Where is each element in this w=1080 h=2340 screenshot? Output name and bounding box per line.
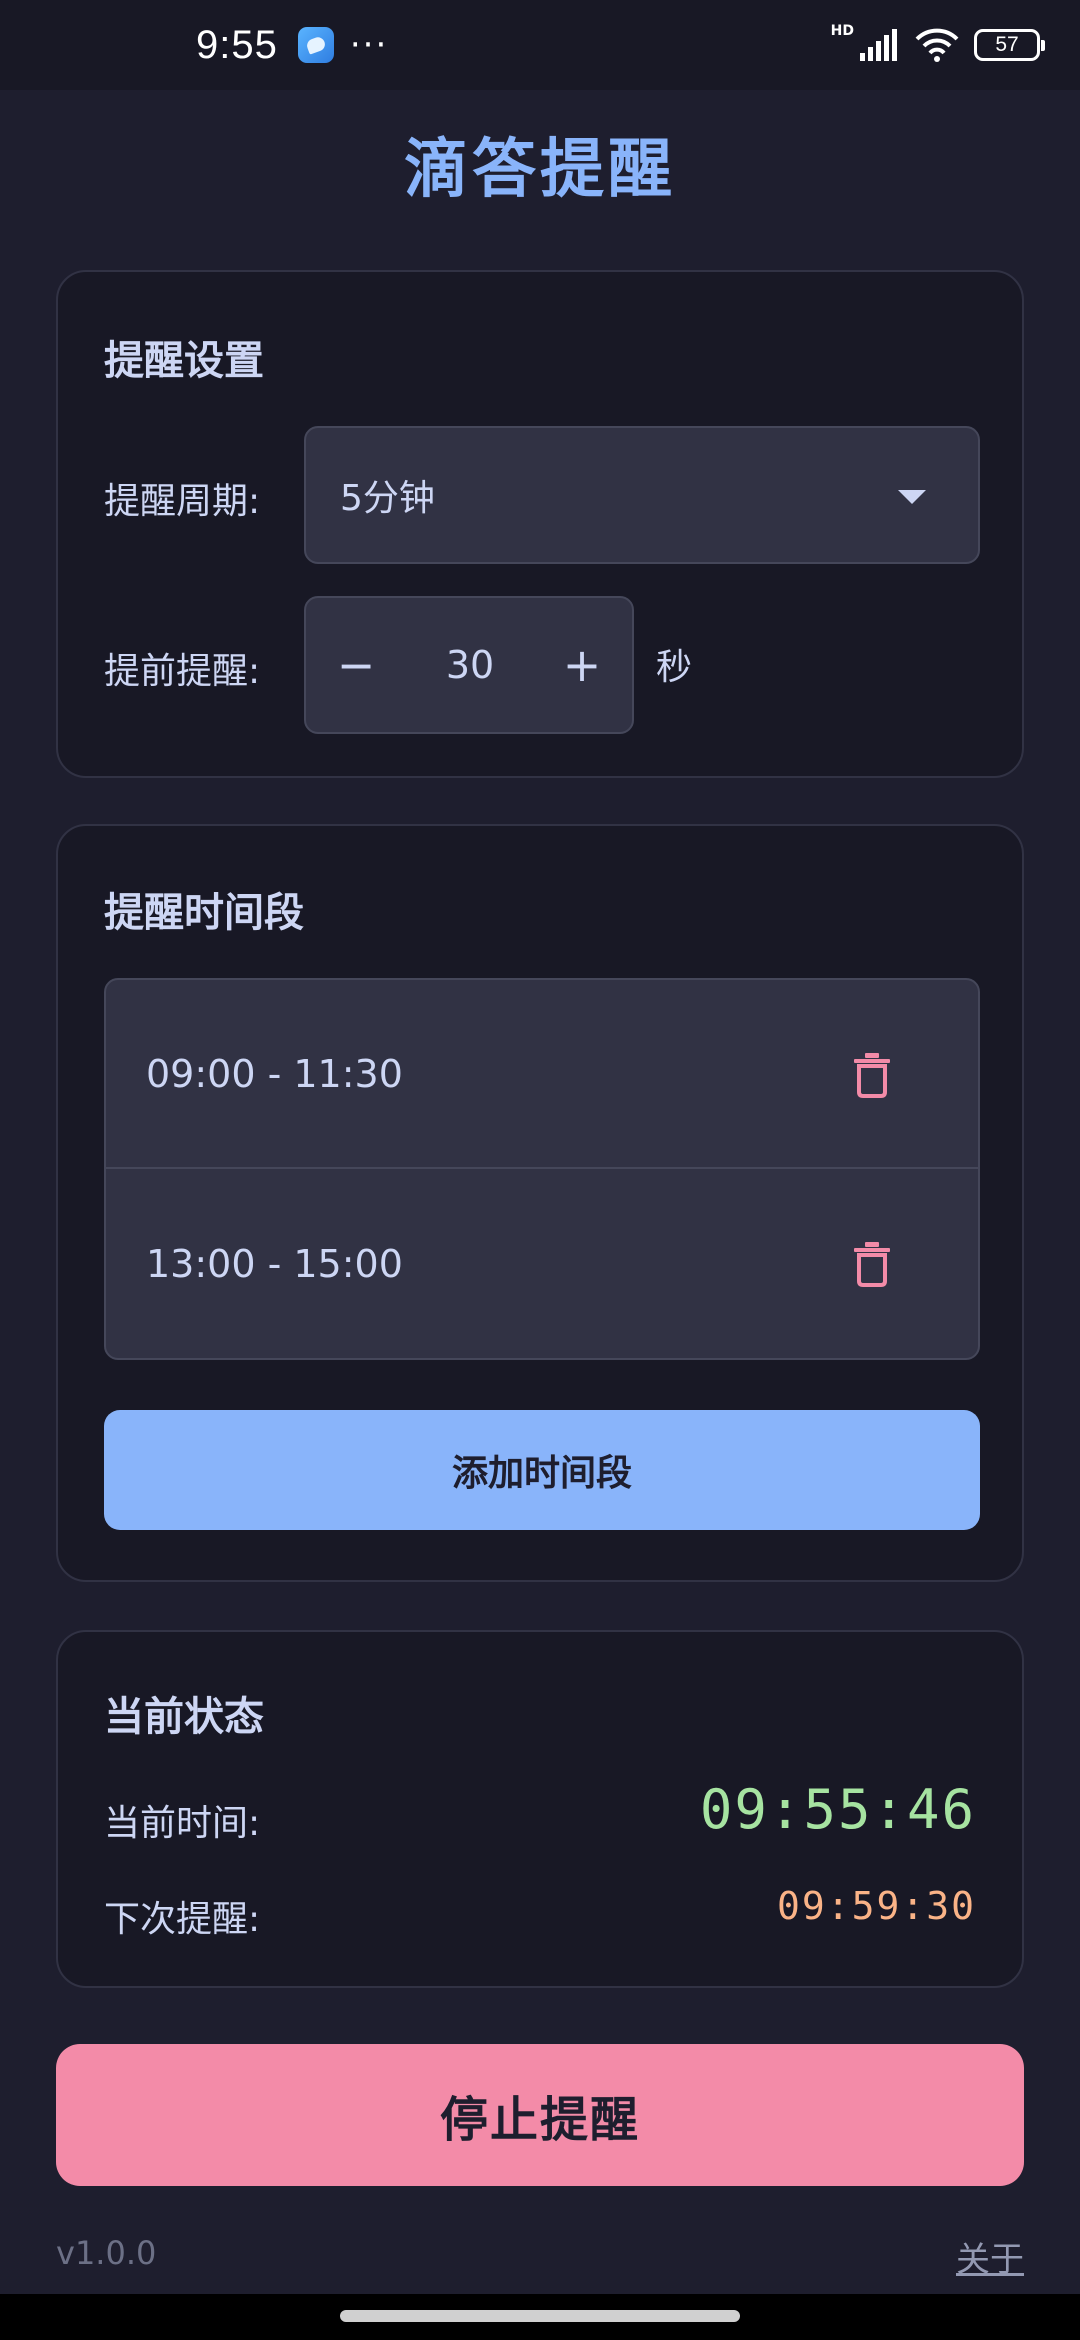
increment-button[interactable]: +: [532, 598, 632, 732]
decrement-button[interactable]: −: [306, 598, 406, 732]
period-list: 09:00 - 11:30 13:00 - 15:00: [104, 978, 980, 1360]
version-label: v1.0.0: [56, 2234, 157, 2272]
dropdown-arrow-icon: [898, 490, 926, 504]
stop-reminder-button[interactable]: 停止提醒: [56, 2044, 1024, 2186]
home-gesture-handle[interactable]: [340, 2310, 740, 2322]
app-notification-icon: [297, 27, 334, 63]
next-reminder-label: 下次提醒:: [104, 1899, 261, 1940]
current-status-card: 当前状态 当前时间: 09:55:46 下次提醒: 09:59:30: [56, 1630, 1024, 1988]
advance-value[interactable]: 30: [406, 598, 534, 732]
more-notifications-icon: ···: [349, 25, 389, 65]
period-select[interactable]: 5分钟: [304, 426, 980, 564]
status-indicators: HD 57: [831, 23, 1045, 62]
settings-title: 提醒设置: [104, 338, 264, 384]
period-list-item: 09:00 - 11:30: [106, 980, 978, 1169]
current-time-value: 09:55:46: [699, 1778, 976, 1841]
period-range: 13:00 - 15:00: [146, 1241, 403, 1286]
trash-icon[interactable]: [852, 1241, 892, 1287]
periods-title: 提醒时间段: [104, 890, 304, 936]
period-label: 提醒周期:: [104, 481, 261, 522]
about-link[interactable]: 关于: [956, 2232, 1024, 2281]
trash-icon[interactable]: [852, 1052, 892, 1098]
add-period-button[interactable]: 添加时间段: [104, 1410, 980, 1530]
advance-stepper: − 30 +: [304, 596, 634, 734]
advance-label: 提前提醒:: [104, 651, 261, 692]
system-nav-bar: [0, 2294, 1080, 2340]
period-range: 09:00 - 11:30: [146, 1051, 403, 1096]
reminder-settings-card: 提醒设置 提醒周期: 5分钟 提前提醒: − 30 + 秒: [56, 270, 1024, 778]
advance-unit: 秒: [656, 647, 693, 688]
status-time: 9:55: [196, 22, 278, 67]
period-value: 5分钟: [340, 478, 435, 519]
reminder-periods-card: 提醒时间段 09:00 - 11:30 13:00 - 15:00 添加时间段: [56, 824, 1024, 1582]
system-status-bar: 9:55 ··· HD 57: [0, 0, 1080, 90]
current-time-label: 当前时间:: [104, 1803, 261, 1844]
battery-level: 57: [995, 33, 1019, 56]
app-title: 滴答提醒: [404, 133, 676, 207]
hd-label: HD: [830, 23, 854, 39]
battery-icon: 57: [974, 29, 1045, 61]
period-list-item: 13:00 - 15:00: [106, 1169, 978, 1358]
wifi-icon: [915, 28, 959, 62]
status-title: 当前状态: [104, 1694, 264, 1740]
next-reminder-value: 09:59:30: [776, 1884, 976, 1928]
signal-icon: [860, 29, 897, 61]
